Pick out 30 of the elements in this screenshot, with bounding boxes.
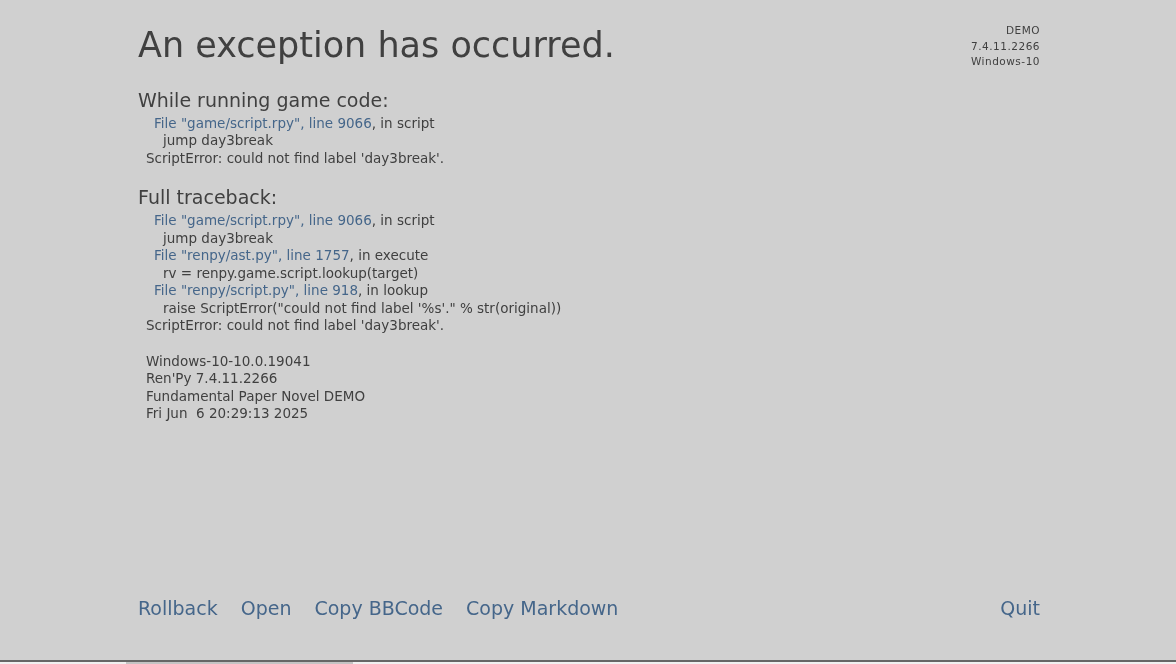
file-link[interactable]: File "game/script.rpy", line 9066 [154, 114, 372, 131]
error-message: ScriptError: could not find label 'day3break'. [145, 149, 446, 167]
scrollbar-thumb[interactable] [126, 662, 353, 664]
system-info-line: Ren'Py 7.4.11.2266 [146, 370, 279, 388]
system-info-line: Fri Jun 6 20:29:13 2025 [146, 405, 310, 423]
traceback-context: , in script [371, 114, 435, 131]
action-link[interactable]: Open [240, 596, 292, 620]
quit-link[interactable]: Quit [1000, 596, 1040, 620]
error-message: ScriptError: could not find label 'day3break'. [145, 317, 446, 335]
code-line: rv = renpy.game.script.lookup(target) [162, 264, 420, 282]
file-link[interactable]: File "game/script.rpy", line 9066 [154, 212, 372, 228]
action-link[interactable]: Copy Markdown [466, 596, 619, 620]
action-link[interactable]: Rollback [138, 596, 218, 620]
code-line: raise ScriptError("could not find label '%s'." % str(original)) [162, 299, 563, 317]
traceback-context: , in lookup [358, 282, 428, 298]
traceback-context: , in execute [349, 247, 429, 263]
file-link[interactable]: File "renpy/script.py", line 918 [154, 282, 358, 298]
error-title: An exception has occurred. [138, 24, 615, 67]
system-info-line: Fundamental Paper Novel DEMO [146, 387, 367, 405]
version-info-line: Windows-10 [970, 54, 1040, 69]
version-info-line: 7.4.11.2266 [970, 38, 1040, 54]
code-line: jump day3break [161, 132, 274, 150]
version-info-line: DEMO [1004, 23, 1040, 38]
section-heading: While running game code: [138, 87, 390, 112]
file-link[interactable]: File "renpy/ast.py", line 1757 [154, 247, 350, 263]
traceback-context: , in script [371, 212, 435, 228]
action-link[interactable]: Copy BBCode [314, 596, 444, 620]
system-info-line: Windows-10-10.0.19041 [146, 352, 312, 370]
code-line: jump day3break [161, 229, 274, 247]
section-heading: Full traceback: [138, 185, 279, 209]
